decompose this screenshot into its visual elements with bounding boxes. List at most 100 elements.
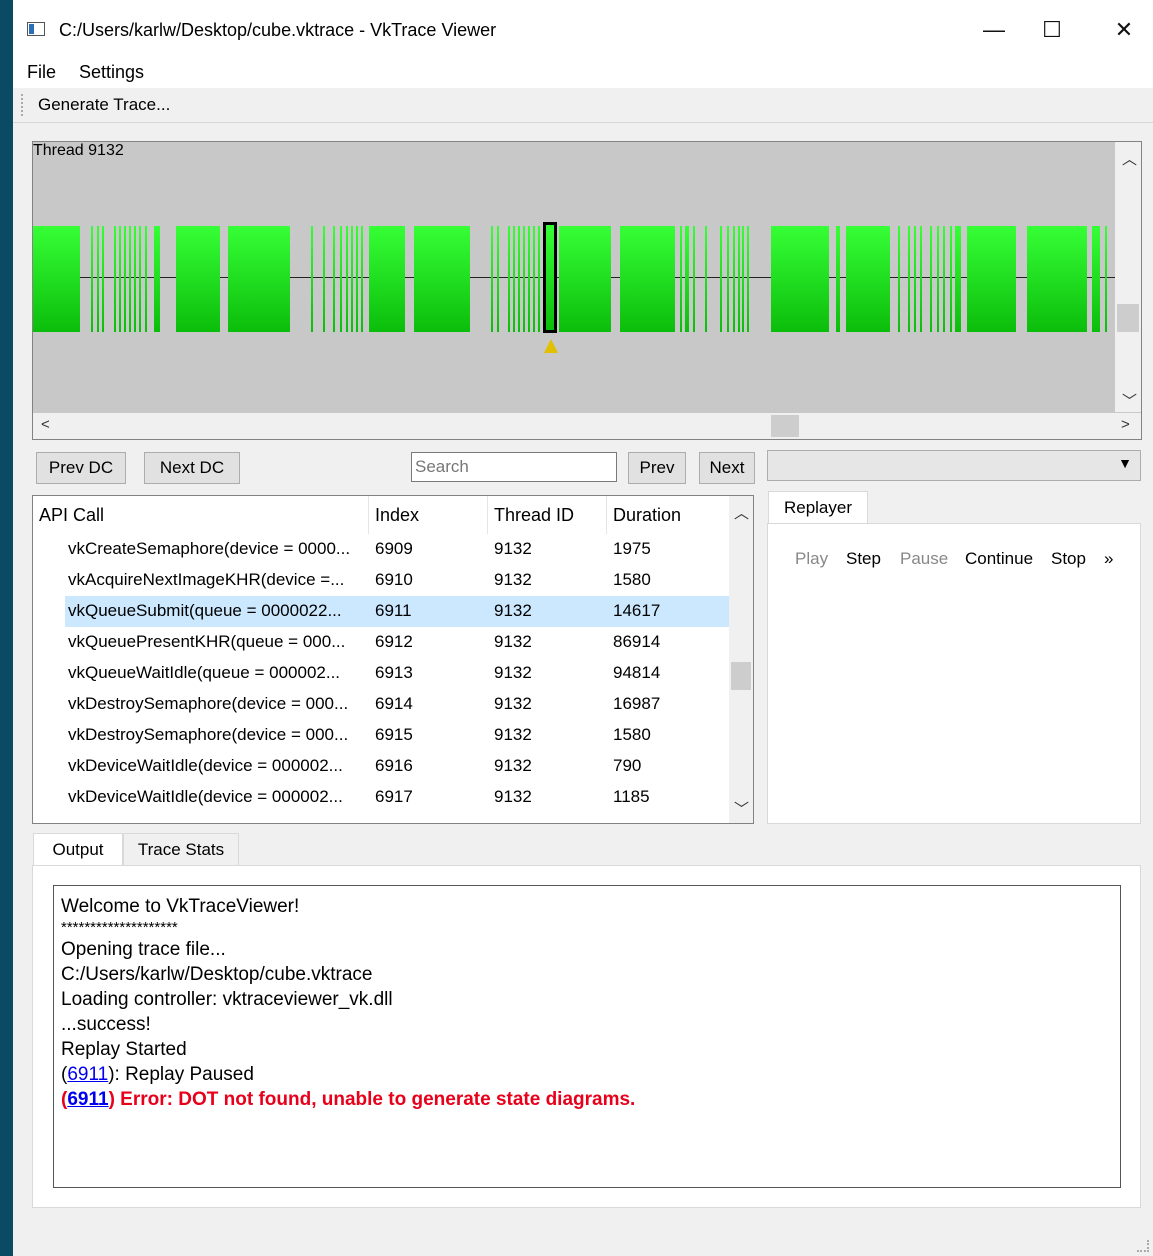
api-call-bar[interactable] xyxy=(685,226,689,332)
prev-button[interactable]: Prev xyxy=(628,452,686,484)
api-call-bar[interactable] xyxy=(523,226,525,332)
timeline-vscroll-thumb[interactable] xyxy=(1117,304,1139,332)
scroll-right-icon[interactable]: > xyxy=(1121,416,1130,433)
api-call-bar[interactable] xyxy=(139,226,141,332)
api-call-bar[interactable] xyxy=(176,226,220,332)
more-icon[interactable]: » xyxy=(1104,549,1113,569)
column-index[interactable]: Index xyxy=(375,505,475,526)
api-call-bar[interactable] xyxy=(705,226,707,332)
continue-button[interactable]: Continue xyxy=(965,549,1033,569)
api-call-bar[interactable] xyxy=(97,226,99,332)
output-log[interactable]: Welcome to VkTraceViewer! **************… xyxy=(53,885,1121,1188)
toolbar-grip-icon[interactable] xyxy=(21,94,25,116)
api-call-bar[interactable] xyxy=(967,226,1016,332)
selected-call-bar[interactable] xyxy=(543,222,557,333)
search-input[interactable]: Search xyxy=(411,452,617,482)
maximize-icon[interactable]: ☐ xyxy=(1029,12,1075,48)
api-call-bar[interactable] xyxy=(154,226,160,332)
api-call-bar[interactable] xyxy=(908,226,910,332)
pause-button[interactable]: Pause xyxy=(900,549,948,569)
resize-grip-icon[interactable] xyxy=(1137,1240,1149,1252)
api-call-bar[interactable] xyxy=(228,226,290,332)
api-call-bar[interactable] xyxy=(836,226,840,332)
table-row[interactable]: vkCreateSemaphore(device = 0000... 6909 91… xyxy=(33,534,733,565)
table-row[interactable]: vkQueuePresentKHR(queue = 000... 6912 9132… xyxy=(33,627,733,658)
api-call-bar[interactable] xyxy=(742,226,744,332)
api-call-bar[interactable] xyxy=(955,226,961,332)
api-call-bar[interactable] xyxy=(771,226,829,332)
chevron-down-icon[interactable]: ▼ xyxy=(1118,455,1132,471)
api-call-bar[interactable] xyxy=(513,226,515,332)
stop-button[interactable]: Stop xyxy=(1051,549,1086,569)
scroll-left-icon[interactable]: < xyxy=(41,416,50,433)
column-duration[interactable]: Duration xyxy=(613,505,723,526)
timeline-hscroll-thumb[interactable] xyxy=(771,415,799,437)
api-call-bar[interactable] xyxy=(533,226,535,332)
api-call-bar[interactable] xyxy=(129,226,131,332)
api-call-bar[interactable] xyxy=(620,226,675,332)
table-row[interactable]: vkDestroySemaphore(device = 000... 6914 91… xyxy=(33,689,733,720)
tab-trace-stats[interactable]: Trace Stats xyxy=(123,833,239,866)
next-dc-button[interactable]: Next DC xyxy=(144,452,240,484)
prev-dc-button[interactable]: Prev DC xyxy=(36,452,126,484)
api-call-bar[interactable] xyxy=(720,226,722,332)
api-call-bar[interactable] xyxy=(102,226,104,332)
menu-file[interactable]: File xyxy=(27,62,56,83)
api-call-bar[interactable] xyxy=(114,226,116,332)
api-call-bar[interactable] xyxy=(914,226,916,332)
api-call-bar[interactable] xyxy=(1027,226,1087,332)
api-call-bar[interactable] xyxy=(937,226,939,332)
api-call-bar[interactable] xyxy=(340,226,342,332)
next-button[interactable]: Next xyxy=(699,452,755,484)
table-vertical-scrollbar[interactable]: ︿ ﹀ xyxy=(729,496,753,823)
table-row[interactable]: vkDeviceWaitIdle(device = 000002... 6916 9… xyxy=(33,751,733,782)
minimize-icon[interactable]: — xyxy=(971,12,1017,48)
api-call-bar[interactable] xyxy=(323,226,325,332)
api-call-bar[interactable] xyxy=(333,226,335,332)
table-row[interactable]: vkDeviceWaitIdle(device = 000002... 6917 9… xyxy=(33,782,733,813)
table-scroll-up-icon[interactable]: ︿ xyxy=(734,502,749,523)
play-button[interactable]: Play xyxy=(795,549,828,569)
thread-select[interactable]: ▼ xyxy=(767,450,1141,481)
api-call-bar[interactable] xyxy=(311,226,313,332)
api-call-bar[interactable] xyxy=(538,226,540,332)
api-call-bar[interactable] xyxy=(943,226,945,332)
close-icon[interactable]: ✕ xyxy=(1101,12,1147,48)
api-call-bar[interactable] xyxy=(898,226,900,332)
api-call-bar[interactable] xyxy=(950,226,952,332)
api-call-bar[interactable] xyxy=(733,226,735,332)
api-call-bar[interactable] xyxy=(528,226,530,332)
api-call-bar[interactable] xyxy=(134,226,136,332)
api-call-table[interactable]: API Call Index Thread ID Duration vkCrea… xyxy=(32,495,754,824)
table-row[interactable]: vkQueueSubmit(queue = 0000022... 6911 9132… xyxy=(33,596,733,627)
api-call-bar[interactable] xyxy=(356,226,358,332)
call-link[interactable]: 6911 xyxy=(67,1064,108,1085)
table-vscroll-thumb[interactable] xyxy=(731,662,751,690)
tab-replayer[interactable]: Replayer xyxy=(768,491,868,524)
api-call-bar[interactable] xyxy=(361,226,363,332)
api-call-bar[interactable] xyxy=(559,226,611,332)
api-call-bar[interactable] xyxy=(747,226,749,332)
api-call-bar[interactable] xyxy=(346,226,348,332)
table-row[interactable]: vkAcquireNextImageKHR(device =... 6910 913… xyxy=(33,565,733,596)
table-row[interactable]: vkQueueWaitIdle(queue = 000002... 6913 913… xyxy=(33,658,733,689)
api-call-bar[interactable] xyxy=(491,226,493,332)
api-call-bar[interactable] xyxy=(119,226,121,332)
api-call-bar[interactable] xyxy=(33,226,80,332)
api-call-bar[interactable] xyxy=(351,226,353,332)
api-call-bar[interactable] xyxy=(846,226,890,332)
timeline-horizontal-scrollbar[interactable]: < > xyxy=(33,413,1141,439)
table-row[interactable]: vkDestroySemaphore(device = 000... 6915 91… xyxy=(33,720,733,751)
api-call-bar[interactable] xyxy=(920,226,922,332)
timeline-vertical-scrollbar[interactable]: ︿ ﹀ xyxy=(1115,142,1141,412)
api-call-bar[interactable] xyxy=(930,226,932,332)
api-call-bar[interactable] xyxy=(145,226,147,332)
table-scroll-down-icon[interactable]: ﹀ xyxy=(734,798,749,819)
api-call-bar[interactable] xyxy=(738,226,740,332)
scroll-up-icon[interactable]: ︿ xyxy=(1122,148,1137,169)
api-call-bar[interactable] xyxy=(124,226,126,332)
api-call-bar[interactable] xyxy=(680,226,682,332)
api-call-bar[interactable] xyxy=(518,226,520,332)
tab-output[interactable]: Output xyxy=(33,833,123,866)
api-call-bar[interactable] xyxy=(1105,226,1107,332)
